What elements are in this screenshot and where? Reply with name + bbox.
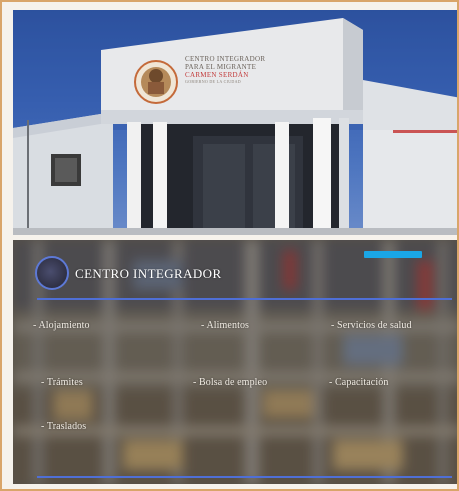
divider-top xyxy=(37,298,452,300)
sign-line: para el Migrante xyxy=(185,63,257,71)
building-illustration xyxy=(13,10,457,235)
menu-item-traslados[interactable]: - Traslados xyxy=(41,421,86,432)
accent-bar xyxy=(364,251,422,258)
info-panel: CENTRO INTEGRADOR - Alojamiento - Alimen… xyxy=(13,240,457,484)
sign-line: Centro Integrador xyxy=(185,55,266,63)
menu-item-alimentos[interactable]: - Alimentos xyxy=(201,320,249,331)
logo-icon xyxy=(35,256,69,290)
sign-line: Gobierno de la Ciudad xyxy=(185,79,241,84)
screenshot-frame: Centro Integrador para el Migrante Carme… xyxy=(0,0,459,491)
menu-item-tramites[interactable]: - Trámites xyxy=(41,377,83,388)
panel-title: CENTRO INTEGRADOR xyxy=(75,266,222,281)
building-sign-text: Centro Integrador para el Migrante Carme… xyxy=(185,55,305,85)
menu-item-bolsa-empleo[interactable]: - Bolsa de empleo xyxy=(193,377,267,388)
menu-item-capacitacion[interactable]: - Capacitación xyxy=(329,377,388,388)
menu-item-alojamiento[interactable]: - Alojamiento xyxy=(33,320,90,331)
divider-bottom xyxy=(37,476,452,478)
sign-line: Carmen Serdán xyxy=(185,71,249,79)
building-photo: Centro Integrador para el Migrante Carme… xyxy=(13,10,457,235)
menu-item-servicios-salud[interactable]: - Servicios de salud xyxy=(331,320,412,331)
